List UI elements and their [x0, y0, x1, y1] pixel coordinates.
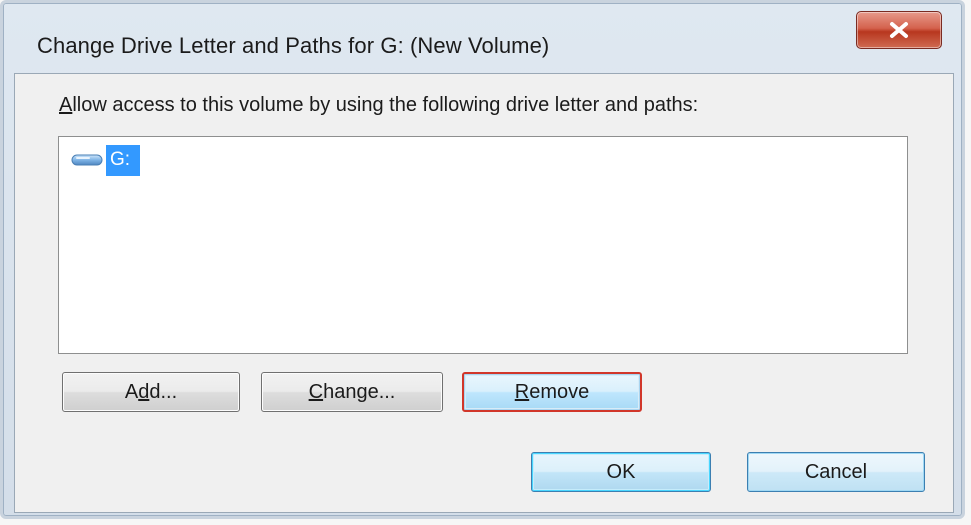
remove-mnemonic: R	[514, 380, 530, 403]
drive-icon	[71, 154, 103, 166]
change-label-rest: hange...	[323, 380, 396, 403]
remove-button[interactable]: Remove	[462, 372, 642, 412]
close-button[interactable]	[856, 11, 942, 49]
ok-button[interactable]: OK	[531, 452, 711, 492]
prompt-mnemonic: A	[59, 94, 73, 116]
dialog-window: Change Drive Letter and Paths for G: (Ne…	[0, 0, 965, 519]
list-item[interactable]: G:	[71, 144, 141, 176]
window-title: Change Drive Letter and Paths for G: (Ne…	[37, 33, 550, 58]
drive-letter-label: G:	[106, 144, 141, 176]
close-icon	[890, 22, 908, 38]
add-mnemonic: d	[138, 380, 150, 403]
prompt-text: llow access to this volume by using the …	[72, 94, 699, 116]
title-bar[interactable]: Change Drive Letter and Paths for G: (Ne…	[3, 3, 962, 79]
cancel-button[interactable]: Cancel	[747, 452, 925, 492]
remove-label-rest: emove	[529, 380, 590, 403]
change-mnemonic: C	[308, 380, 324, 403]
drive-paths-list[interactable]: G:	[58, 136, 908, 354]
add-button[interactable]: Ad d...	[62, 372, 240, 412]
dialog-body: Allow access to this volume by using the…	[14, 73, 954, 513]
access-prompt-label: Allow access to this volume by using the…	[59, 94, 698, 117]
add-label-rest: d...	[149, 380, 178, 403]
change-button[interactable]: Change...	[261, 372, 443, 412]
add-label-prefix: A	[124, 380, 139, 403]
